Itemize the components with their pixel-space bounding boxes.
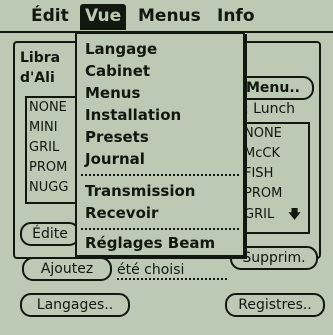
menu-bar: Édit Vue Menus Info — [0, 0, 333, 34]
add-button[interactable]: Ajoutez — [22, 257, 112, 281]
library-label-line1: Libra — [20, 50, 61, 66]
library-label-line2: d'Ali — [20, 70, 55, 86]
down-arrow-icon[interactable]: 🡇 — [288, 204, 300, 224]
menu-vue[interactable]: Vue — [80, 4, 127, 30]
menu-separator — [81, 174, 239, 176]
menu-menus[interactable]: Menus — [133, 4, 206, 28]
menu-items-list[interactable]: NONE McCK FISH PROM GRIL 🡇 — [238, 122, 310, 234]
menu-item-recevoir[interactable]: Recevoir — [85, 202, 158, 224]
menu-separator — [81, 228, 239, 230]
list-item[interactable]: NONE — [238, 124, 308, 144]
languages-button[interactable]: Langages.. — [20, 293, 130, 317]
menu-item-presets[interactable]: Presets — [85, 126, 149, 148]
menu-item-langage[interactable]: Langage — [85, 38, 157, 60]
menu-item-journal[interactable]: Journal — [85, 148, 145, 170]
registers-button[interactable]: Registres.. — [225, 293, 325, 317]
menu-info[interactable]: Info — [212, 4, 260, 28]
menu-item-menus[interactable]: Menus — [85, 82, 140, 104]
edit-button[interactable]: Édite — [20, 222, 80, 246]
menu-item-installation[interactable]: Installation — [85, 104, 181, 126]
menu-item-transmission[interactable]: Transmission — [85, 180, 195, 202]
menu-item-reglages-beam[interactable]: Réglages Beam — [85, 232, 215, 254]
status-text: été choisi — [117, 262, 227, 280]
list-item[interactable]: PROM — [238, 184, 308, 204]
menu-edit[interactable]: Édit — [26, 4, 74, 28]
list-item[interactable]: McCK — [238, 144, 308, 164]
menu-subtitle: : Lunch — [244, 101, 296, 117]
menu-item-cabinet[interactable]: Cabinet — [85, 60, 150, 82]
list-item[interactable]: GRIL — [244, 207, 274, 222]
list-item[interactable]: FISH — [238, 164, 308, 184]
vue-dropdown-menu: Langage Cabinet Menus Installation Prese… — [75, 32, 245, 257]
